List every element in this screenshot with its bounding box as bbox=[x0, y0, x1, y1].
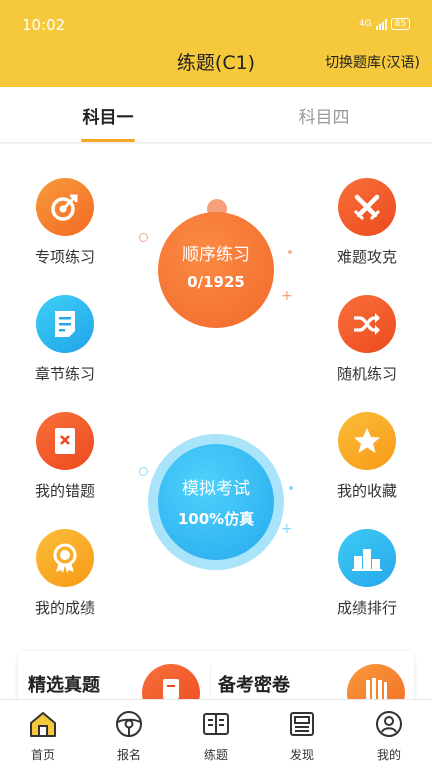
mock-exam-title: 模拟考试 bbox=[182, 479, 250, 499]
tab-subject-four[interactable]: 科目四 bbox=[216, 103, 432, 128]
feature-special-practice[interactable]: 专项练习 bbox=[15, 178, 115, 267]
tab-subject-one[interactable]: 科目一 bbox=[0, 103, 216, 128]
decor-ring bbox=[139, 233, 148, 242]
wrong-book-icon bbox=[36, 412, 94, 470]
active-tab-indicator bbox=[81, 139, 135, 142]
battery-icon: 85 bbox=[390, 18, 410, 30]
nav-label: 练题 bbox=[203, 748, 228, 762]
shuffle-icon bbox=[338, 295, 396, 353]
network-label: 4G bbox=[358, 19, 372, 29]
nav-label: 发现 bbox=[289, 748, 314, 762]
star-icon bbox=[338, 412, 396, 470]
target-icon bbox=[36, 178, 94, 236]
nav-discover[interactable]: 发现 bbox=[272, 709, 332, 763]
feature-my-scores[interactable]: 我的成绩 bbox=[15, 529, 115, 618]
feature-label: 章节练习 bbox=[34, 365, 95, 383]
crossed-swords-icon bbox=[338, 178, 396, 236]
feature-label: 随机练习 bbox=[336, 365, 397, 383]
app-header: 10:02 4G 85 练题(C1) 切换题库(汉语) bbox=[0, 0, 432, 87]
sequential-practice-button[interactable]: 顺序练习 0/1925 bbox=[158, 212, 274, 328]
feature-label: 我的成绩 bbox=[34, 599, 95, 617]
nav-label: 首页 bbox=[30, 748, 55, 762]
steering-wheel-icon bbox=[114, 709, 144, 739]
sequential-progress: 0/1925 bbox=[187, 273, 245, 291]
practice-book-icon bbox=[201, 709, 231, 739]
medal-icon bbox=[36, 529, 94, 587]
signal-icon bbox=[375, 18, 387, 30]
nav-label: 报名 bbox=[116, 748, 141, 762]
decor-ring bbox=[139, 467, 148, 476]
switch-bank-button[interactable]: 切换题库(汉语) bbox=[325, 52, 420, 72]
decor-dot bbox=[288, 250, 292, 254]
mock-exam-subtitle: 100%仿真 bbox=[177, 510, 255, 528]
nav-register[interactable]: 报名 bbox=[99, 709, 159, 763]
document-icon bbox=[36, 295, 94, 353]
feature-label: 我的错题 bbox=[34, 482, 95, 500]
decor-plus: + bbox=[281, 288, 293, 304]
feature-label: 难题攻克 bbox=[336, 248, 397, 266]
feature-random-practice[interactable]: 随机练习 bbox=[317, 295, 417, 384]
nav-mine[interactable]: 我的 bbox=[359, 709, 419, 763]
home-icon bbox=[28, 709, 58, 739]
feature-label: 我的收藏 bbox=[336, 482, 397, 500]
profile-icon bbox=[374, 709, 404, 739]
mock-exam-button[interactable]: 模拟考试 100%仿真 bbox=[158, 444, 274, 560]
status-time: 10:02 bbox=[22, 16, 66, 34]
prep-papers-title[interactable]: 备考密卷 bbox=[218, 671, 290, 697]
decor-plus: + bbox=[281, 521, 293, 537]
nav-label: 我的 bbox=[376, 748, 401, 762]
subject-tabs: 科目一 科目四 bbox=[0, 87, 432, 143]
status-icons: 4G 85 bbox=[359, 18, 410, 30]
feature-hard-questions[interactable]: 难题攻克 bbox=[317, 178, 417, 267]
podium-icon bbox=[338, 529, 396, 587]
bottom-navigation: 首页 报名 练题 发现 我的 bbox=[0, 699, 432, 768]
card-divider bbox=[210, 666, 211, 700]
decor-dot bbox=[289, 486, 293, 490]
selected-questions-title[interactable]: 精选真题 bbox=[28, 671, 100, 697]
nav-home[interactable]: 首页 bbox=[13, 709, 73, 763]
feature-score-ranking[interactable]: 成绩排行 bbox=[317, 529, 417, 618]
feature-label: 成绩排行 bbox=[336, 599, 397, 617]
feature-chapter-practice[interactable]: 章节练习 bbox=[15, 295, 115, 384]
feature-label: 专项练习 bbox=[34, 248, 95, 266]
newspaper-icon bbox=[287, 709, 317, 739]
nav-practice[interactable]: 练题 bbox=[186, 709, 246, 763]
feature-my-mistakes[interactable]: 我的错题 bbox=[15, 412, 115, 501]
feature-my-favorites[interactable]: 我的收藏 bbox=[317, 412, 417, 501]
sequential-title: 顺序练习 bbox=[182, 245, 250, 265]
